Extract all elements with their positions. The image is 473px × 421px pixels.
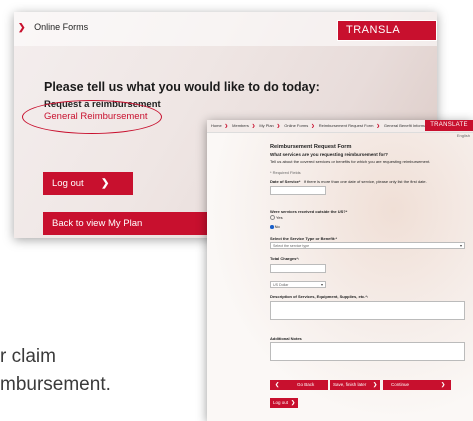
go-back-button[interactable]: ❮ Go Back <box>270 380 328 390</box>
outside-us-label: Were services received outside the US?* <box>270 209 348 214</box>
form-intro: Tell us about the covered services or be… <box>270 159 431 164</box>
chevron-right-icon: ❯ <box>18 22 26 32</box>
notes-label: Additional Notes <box>270 336 302 341</box>
page-question: Please tell us what you would like to do… <box>44 80 320 94</box>
currency-value: US Dollar <box>273 283 289 287</box>
date-hint: If there is more than one date of servic… <box>303 179 427 184</box>
language-selector[interactable]: English <box>457 133 470 138</box>
breadcrumb-online-forms[interactable]: Online Forms <box>284 123 308 128</box>
select-arrow-icon: ▾ <box>459 243 462 248</box>
description-label: Description of Services, Equipment, Supp… <box>270 294 369 299</box>
caption-line-1: r claim <box>0 346 56 367</box>
chevron-right-icon: ❯ <box>276 123 281 128</box>
translate-button[interactable]: TRANSLATE <box>425 120 473 131</box>
total-charges-input[interactable] <box>270 264 326 273</box>
service-type-select[interactable]: Select the service type ▾ <box>270 242 465 249</box>
chevron-right-icon: ❯ <box>373 382 378 388</box>
chevron-left-icon: ❮ <box>275 382 280 388</box>
chevron-right-icon: ❯ <box>101 178 110 189</box>
description-textarea[interactable] <box>270 301 465 320</box>
date-label: Date of Service* <box>270 179 301 184</box>
logout-label: Log out <box>52 178 84 189</box>
form-title: Reimbursement Request Form <box>270 144 352 150</box>
top-bar: ❯ Online Forms TRANSLA <box>14 12 437 46</box>
breadcrumb-online-forms[interactable]: Online Forms <box>34 22 88 32</box>
breadcrumb: ❯ Online Forms <box>18 22 88 33</box>
logout-label: Log out <box>273 400 289 405</box>
save-finish-later-button[interactable]: Save, finish later ❯ <box>330 380 380 390</box>
caption-line-2: mbursement. <box>0 374 111 395</box>
option-yes-label: Yes <box>276 215 283 220</box>
chevron-right-icon: ❯ <box>224 123 229 128</box>
currency-select[interactable]: US Dollar ▾ <box>270 281 326 288</box>
total-charges-label: Total Charges*: <box>270 256 300 261</box>
translate-button[interactable]: TRANSLA <box>337 20 437 41</box>
form-subtitle: What services are you requesting reimbur… <box>270 152 388 157</box>
save-finish-later-label: Save, finish later <box>333 382 367 387</box>
chevron-right-icon: ❯ <box>251 123 256 128</box>
highlight-circle <box>22 100 162 134</box>
date-of-service-input[interactable] <box>270 186 326 195</box>
breadcrumb-my-plan[interactable]: My Plan <box>259 123 273 128</box>
option-yes-row[interactable]: Yes <box>270 215 283 221</box>
back-to-plan-button[interactable]: Back to view My Plan ❯ <box>43 212 233 235</box>
breadcrumb-home[interactable]: Home <box>211 123 222 128</box>
breadcrumb: Home ❯ Members ❯ My Plan ❯ Online Forms ❯ Re… <box>211 123 436 128</box>
breadcrumb-members[interactable]: Members <box>232 123 249 128</box>
chevron-right-icon: ❯ <box>311 123 315 128</box>
reimbursement-form-screenshot: Home ❯ Members ❯ My Plan ❯ Online Forms ❯ Re… <box>207 120 473 421</box>
radio-yes[interactable] <box>270 215 275 221</box>
breadcrumb-reimbursement-form[interactable]: Reimbursement Request Form <box>319 123 374 128</box>
notes-textarea[interactable] <box>270 342 465 361</box>
go-back-label: Go Back <box>297 382 315 387</box>
chevron-right-icon: ❯ <box>376 123 380 128</box>
option-no-label: No <box>274 224 280 229</box>
back-to-plan-label: Back to view My Plan <box>52 218 143 229</box>
continue-label: Continue <box>391 382 410 387</box>
option-no-row[interactable]: No <box>270 224 280 229</box>
radio-no[interactable] <box>270 225 274 229</box>
logout-button[interactable]: Log out ❯ <box>43 172 133 195</box>
service-type-placeholder: Select the service type <box>273 244 310 248</box>
continue-button[interactable]: Continue ❯ <box>383 380 451 390</box>
top-bar: Home ❯ Members ❯ My Plan ❯ Online Forms ❯ Re… <box>207 120 473 133</box>
date-label-row: Date of Service* If there is more than o… <box>270 179 427 184</box>
chevron-right-icon: ❯ <box>441 382 446 388</box>
service-type-label: Select the Service Type or Benefit:* <box>270 236 338 241</box>
logout-button[interactable]: Log out ❯ <box>270 398 298 408</box>
required-note: * Required Fields <box>270 170 301 175</box>
select-arrow-icon: ▾ <box>320 282 323 287</box>
chevron-right-icon: ❯ <box>291 400 296 406</box>
